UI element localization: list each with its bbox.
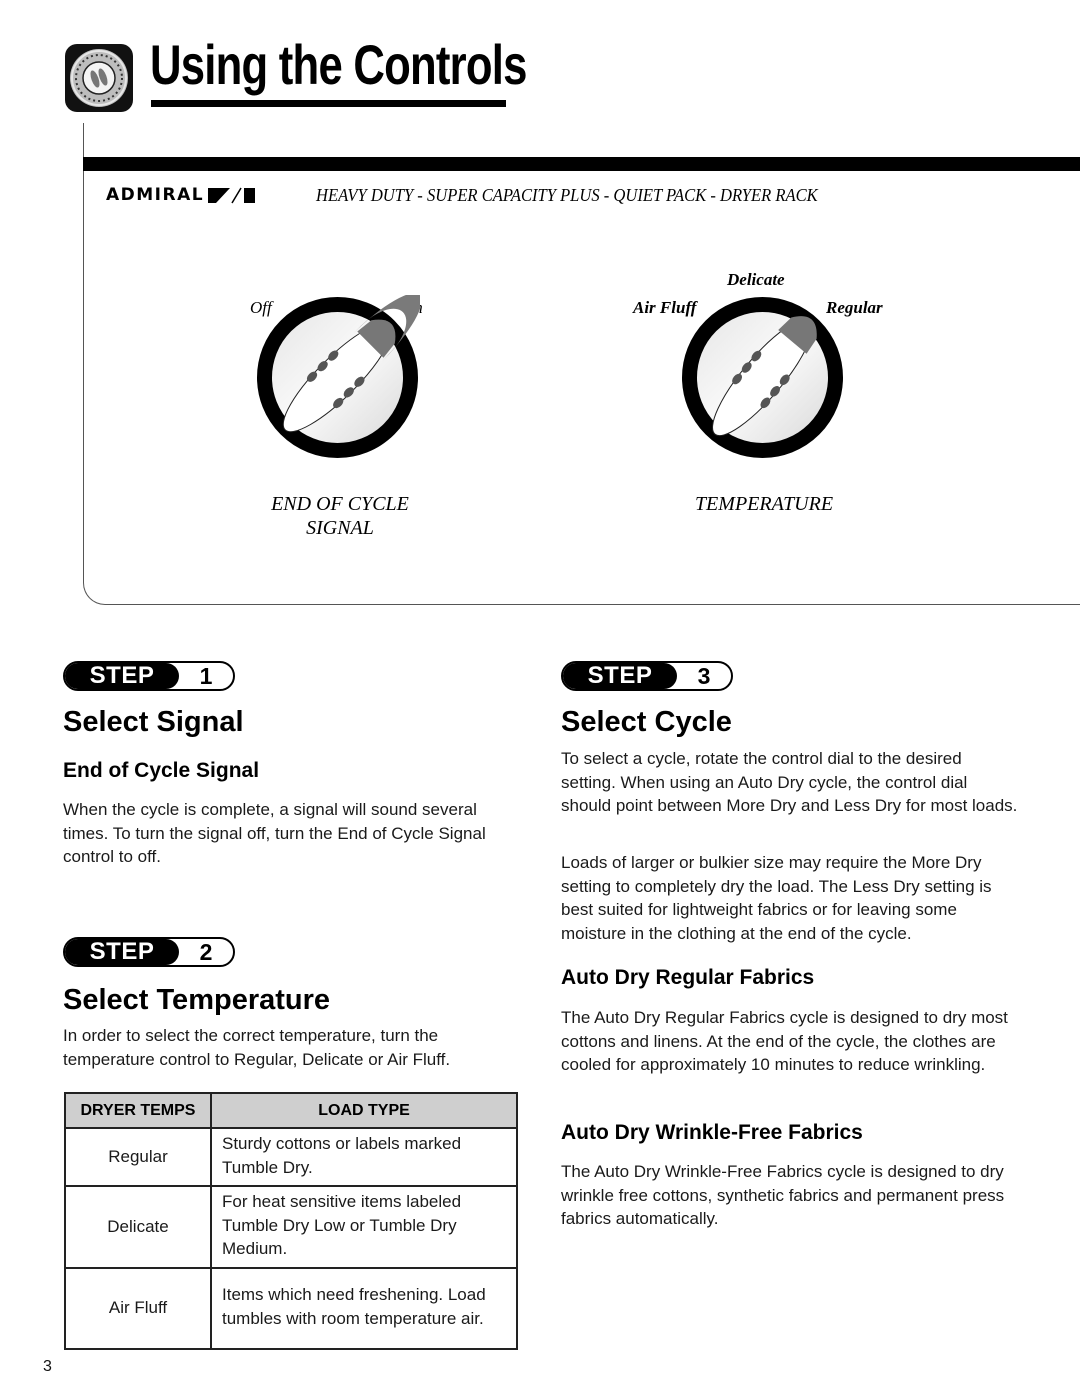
panel-border (83, 575, 107, 605)
caption-line: SIGNAL (306, 517, 374, 539)
caption-line: END OF CYCLE (271, 493, 409, 515)
table-header-row: DRYER TEMPS LOAD TYPE (64, 1092, 518, 1129)
section-body: When the cycle is complete, a signal wil… (63, 800, 486, 866)
panel-border (83, 123, 84, 583)
step-3-badge: STEP 3 (561, 661, 733, 691)
dryer-dial-icon (64, 43, 134, 113)
page-title: Using the Controls (150, 33, 527, 96)
temperature-dial (680, 295, 845, 460)
temp-cell: Air Fluff (64, 1266, 212, 1350)
brand-name: ADMIRAL (106, 185, 205, 205)
step-label: STEP (65, 939, 179, 965)
end-of-cycle-signal-dial (255, 293, 422, 460)
section-title: Select Cycle (561, 706, 732, 738)
title-underline (151, 100, 506, 107)
step-number: 1 (199, 662, 213, 689)
load-cell: For heat sensitive items labeled Tumble … (210, 1185, 518, 1269)
end-of-cycle-signal-caption: END OF CYCLE SIGNAL (240, 492, 440, 540)
step-1-badge: STEP 1 (63, 661, 235, 691)
section-subheading: Auto Dry Wrinkle-Free Fabrics (561, 1121, 863, 1144)
column-header-load-type: LOAD TYPE (210, 1092, 518, 1129)
table-row: Delicate For heat sensitive items labele… (64, 1185, 518, 1269)
step-number: 2 (199, 938, 213, 965)
section-body: In order to select the correct temperatu… (63, 1026, 451, 1069)
section-subheading: Auto Dry Regular Fabrics (561, 966, 815, 989)
section-body: The Auto Dry Regular Fabrics cycle is de… (561, 1008, 1008, 1074)
step-2-badge: STEP 2 (63, 937, 235, 967)
page-number: 3 (43, 1358, 52, 1375)
temp-cell: Regular (64, 1127, 212, 1187)
section-title: Select Signal (63, 706, 244, 738)
table-row: Regular Sturdy cottons or labels marked … (64, 1127, 518, 1187)
section-body: The Auto Dry Wrinkle-Free Fabrics cycle … (561, 1162, 1005, 1228)
load-cell: Sturdy cottons or labels marked Tumble D… (210, 1127, 518, 1187)
temperature-caption: TEMPERATURE (664, 492, 864, 516)
step-label: STEP (563, 663, 677, 689)
step-number: 3 (697, 662, 711, 689)
product-tagline: HEAVY DUTY - SUPER CAPACITY PLUS - QUIET… (316, 185, 818, 205)
section-subheading: End of Cycle Signal (63, 759, 260, 782)
table-row: Air Fluff Items which need freshening. L… (64, 1266, 518, 1350)
section-body: Loads of larger or bulkier size may requ… (561, 853, 992, 943)
dryer-temps-table: DRYER TEMPS LOAD TYPE Regular Sturdy cot… (64, 1092, 518, 1350)
load-cell: Items which need freshening. Load tumble… (210, 1266, 518, 1350)
column-header-dryer-temps: DRYER TEMPS (64, 1092, 212, 1129)
step-label: STEP (65, 663, 179, 689)
section-body: To select a cycle, rotate the control di… (561, 749, 1018, 815)
caption-line: TEMPERATURE (694, 493, 834, 515)
temp-cell: Delicate (64, 1185, 212, 1269)
brand-logo: ADMIRAL (106, 185, 256, 205)
panel-border (105, 604, 1080, 605)
panel-top-bar (83, 157, 1080, 171)
dial-position-delicate: Delicate (727, 270, 785, 289)
admiral-slash-logo-icon (208, 187, 256, 204)
section-title: Select Temperature (63, 984, 331, 1016)
